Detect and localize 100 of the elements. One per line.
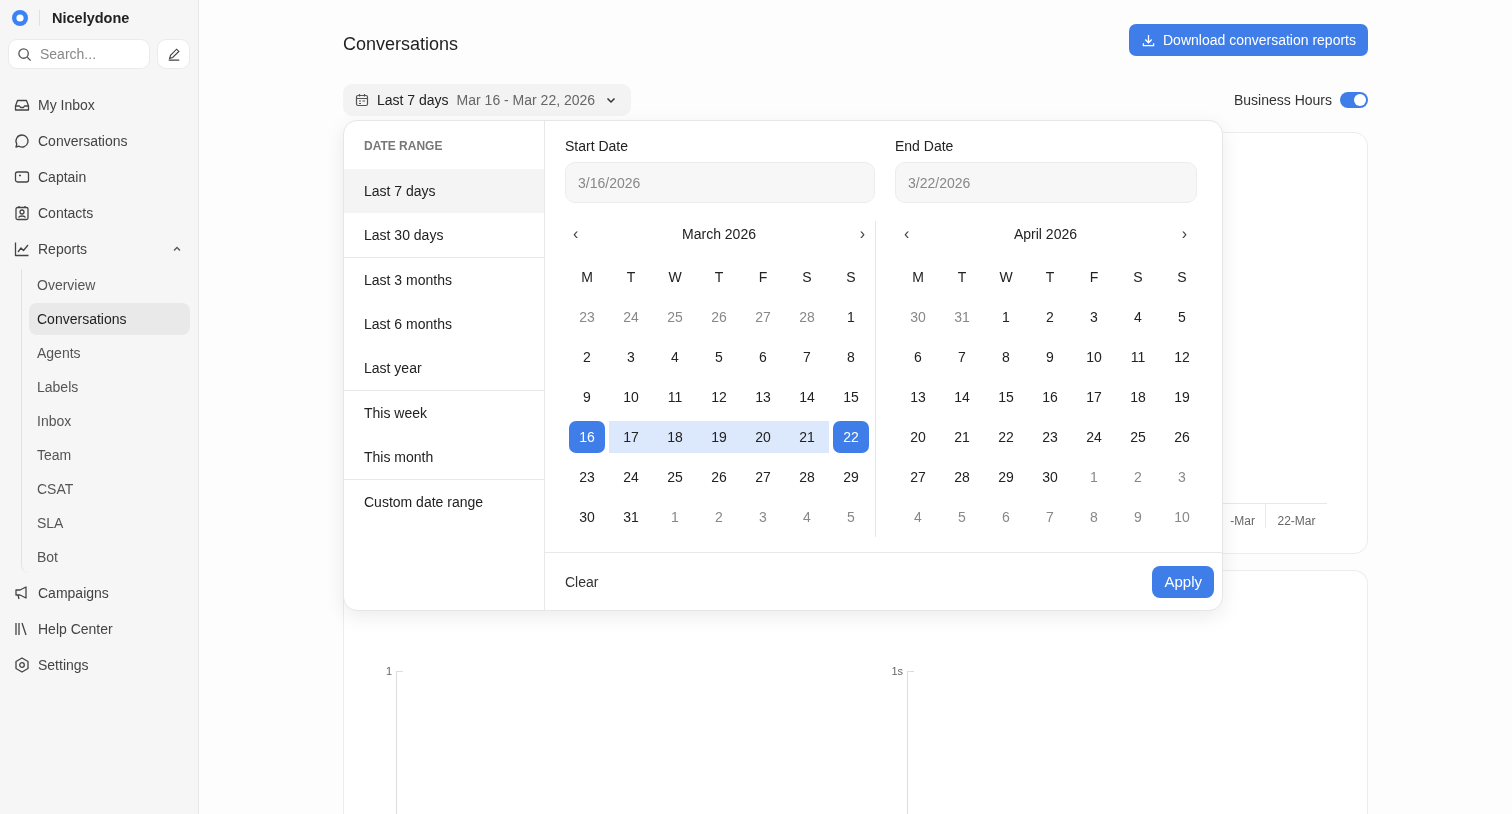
calendar-day[interactable]: 8 xyxy=(1076,501,1112,533)
calendar-day[interactable]: 25 xyxy=(657,301,693,333)
calendar-day[interactable]: 19 xyxy=(697,421,741,453)
calendar-day[interactable]: 6 xyxy=(988,501,1024,533)
compose-button[interactable] xyxy=(157,39,190,69)
calendar-day[interactable]: 17 xyxy=(1076,381,1112,413)
calendar-day[interactable]: 12 xyxy=(701,381,737,413)
search-field[interactable]: Search... xyxy=(8,39,150,69)
next-month-button[interactable]: › xyxy=(1177,225,1191,243)
preset-option[interactable]: Last 7 days xyxy=(344,169,544,213)
calendar-day[interactable]: 5 xyxy=(701,341,737,373)
calendar-day[interactable]: 14 xyxy=(944,381,980,413)
nav-subitem[interactable]: Overview xyxy=(29,269,190,301)
preset-option[interactable]: Last 3 months xyxy=(344,258,544,302)
calendar-day[interactable]: 15 xyxy=(833,381,869,413)
calendar-day[interactable]: 22 xyxy=(833,421,869,453)
calendar-day[interactable]: 25 xyxy=(657,461,693,493)
calendar-day[interactable]: 18 xyxy=(653,421,697,453)
preset-option[interactable]: This week xyxy=(344,391,544,435)
preset-option[interactable]: Last 30 days xyxy=(344,213,544,257)
calendar-day[interactable]: 9 xyxy=(569,381,605,413)
calendar-day[interactable]: 21 xyxy=(944,421,980,453)
calendar-day[interactable]: 1 xyxy=(833,301,869,333)
calendar-day[interactable]: 14 xyxy=(789,381,825,413)
nav-item[interactable]: My Inbox xyxy=(8,87,190,123)
calendar-day[interactable]: 25 xyxy=(1120,421,1156,453)
calendar-day[interactable]: 7 xyxy=(1032,501,1068,533)
calendar-day[interactable]: 10 xyxy=(1164,501,1200,533)
apply-button[interactable]: Apply xyxy=(1152,565,1214,598)
date-input[interactable]: 3/22/2026 xyxy=(895,162,1197,203)
calendar-day[interactable]: 1 xyxy=(657,501,693,533)
calendar-day[interactable]: 26 xyxy=(701,301,737,333)
nav-subitem[interactable]: Inbox xyxy=(29,405,190,437)
calendar-day[interactable]: 28 xyxy=(789,301,825,333)
calendar-day[interactable]: 19 xyxy=(1164,381,1200,413)
nav-item[interactable]: Captain xyxy=(8,159,190,195)
nav-item[interactable]: Conversations xyxy=(8,123,190,159)
calendar-day[interactable]: 5 xyxy=(833,501,869,533)
calendar-day[interactable]: 3 xyxy=(745,501,781,533)
previous-month-button[interactable]: ‹ xyxy=(900,225,914,243)
calendar-day[interactable]: 7 xyxy=(944,341,980,373)
calendar-day[interactable]: 20 xyxy=(741,421,785,453)
nav-item[interactable]: Contacts xyxy=(8,195,190,231)
calendar-day[interactable]: 17 xyxy=(609,421,653,453)
calendar-day[interactable]: 16 xyxy=(569,421,605,453)
calendar-day[interactable]: 20 xyxy=(900,421,936,453)
calendar-day[interactable]: 11 xyxy=(1120,341,1156,373)
next-month-button[interactable]: › xyxy=(855,225,869,243)
calendar-day[interactable]: 31 xyxy=(944,301,980,333)
download-button[interactable]: Download conversation reports xyxy=(1129,24,1368,56)
calendar-day[interactable]: 12 xyxy=(1164,341,1200,373)
calendar-day[interactable]: 28 xyxy=(789,461,825,493)
calendar-day[interactable]: 27 xyxy=(745,301,781,333)
calendar-day[interactable]: 24 xyxy=(613,301,649,333)
clear-button[interactable]: Clear xyxy=(565,573,599,590)
calendar-day[interactable]: 7 xyxy=(789,341,825,373)
calendar-day[interactable]: 27 xyxy=(900,461,936,493)
preset-option[interactable]: Last year xyxy=(344,346,544,390)
calendar-day[interactable]: 30 xyxy=(1032,461,1068,493)
calendar-day[interactable]: 3 xyxy=(613,341,649,373)
nav-item[interactable]: Settings xyxy=(8,647,190,683)
calendar-day[interactable]: 26 xyxy=(1164,421,1200,453)
calendar-day[interactable]: 9 xyxy=(1120,501,1156,533)
calendar-day[interactable]: 9 xyxy=(1032,341,1068,373)
calendar-day[interactable]: 23 xyxy=(569,301,605,333)
calendar-day[interactable]: 31 xyxy=(613,501,649,533)
calendar-day[interactable]: 28 xyxy=(944,461,980,493)
calendar-day[interactable]: 4 xyxy=(789,501,825,533)
calendar-day[interactable]: 4 xyxy=(900,501,936,533)
calendar-day[interactable]: 30 xyxy=(900,301,936,333)
calendar-day[interactable]: 21 xyxy=(785,421,829,453)
date-input[interactable]: 3/16/2026 xyxy=(565,162,875,203)
preset-option[interactable]: Custom date range xyxy=(344,480,544,524)
calendar-day[interactable]: 15 xyxy=(988,381,1024,413)
calendar-day[interactable]: 8 xyxy=(988,341,1024,373)
calendar-day[interactable]: 13 xyxy=(900,381,936,413)
previous-month-button[interactable]: ‹ xyxy=(569,225,583,243)
nav-subitem[interactable]: Team xyxy=(29,439,190,471)
calendar-day[interactable]: 22 xyxy=(988,421,1024,453)
calendar-day[interactable]: 6 xyxy=(900,341,936,373)
calendar-day[interactable]: 24 xyxy=(613,461,649,493)
calendar-day[interactable]: 13 xyxy=(745,381,781,413)
calendar-day[interactable]: 26 xyxy=(701,461,737,493)
calendar-day[interactable]: 2 xyxy=(1032,301,1068,333)
calendar-day[interactable]: 18 xyxy=(1120,381,1156,413)
calendar-day[interactable]: 2 xyxy=(1120,461,1156,493)
calendar-day[interactable]: 3 xyxy=(1164,461,1200,493)
calendar-day[interactable]: 30 xyxy=(569,501,605,533)
date-range-dropdown[interactable]: Last 7 days Mar 16 - Mar 22, 2026 xyxy=(343,84,632,116)
calendar-day[interactable]: 29 xyxy=(988,461,1024,493)
nav-subitem[interactable]: Bot xyxy=(29,541,190,573)
calendar-day[interactable]: 5 xyxy=(1164,301,1200,333)
nav-item[interactable]: Reports xyxy=(8,231,190,267)
calendar-day[interactable]: 4 xyxy=(1120,301,1156,333)
calendar-day[interactable]: 3 xyxy=(1076,301,1112,333)
calendar-day[interactable]: 11 xyxy=(657,381,693,413)
calendar-day[interactable]: 1 xyxy=(988,301,1024,333)
calendar-day[interactable]: 10 xyxy=(1076,341,1112,373)
calendar-day[interactable]: 1 xyxy=(1076,461,1112,493)
calendar-day[interactable]: 23 xyxy=(1032,421,1068,453)
